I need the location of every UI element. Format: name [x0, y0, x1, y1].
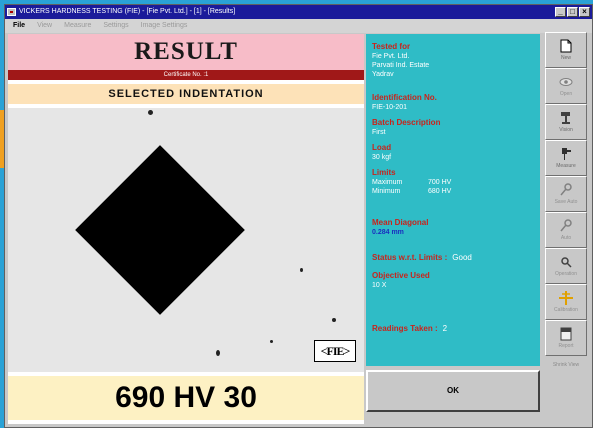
- microscope-icon: [559, 111, 573, 125]
- save-auto-icon: [559, 183, 573, 197]
- identification-value: FIE-10-201: [372, 104, 408, 111]
- batch-label: Batch Description: [372, 118, 441, 127]
- open-eye-icon: [559, 75, 573, 89]
- toolbar-label: Operation: [555, 271, 577, 277]
- result-title: RESULT: [8, 34, 364, 70]
- limit-name: Maximum: [372, 179, 403, 186]
- load-value: 30 kgf: [372, 154, 392, 161]
- indentation-image: <FIE>: [8, 108, 364, 372]
- minimize-button[interactable]: _: [555, 7, 566, 17]
- readings-label: Readings Taken :: [372, 324, 438, 333]
- vision-button[interactable]: Vision: [545, 104, 587, 140]
- calibration-crosshair-icon: [559, 291, 573, 305]
- report-button[interactable]: Report: [545, 320, 587, 356]
- save-auto-button[interactable]: Save Auto: [545, 176, 587, 212]
- zoom-icon: [559, 255, 573, 269]
- tested-for-label: Tested for: [372, 42, 411, 51]
- result-pane: RESULT Certificate No. :1 SELECTED INDEN…: [8, 34, 364, 424]
- toolbar-label: Open: [559, 91, 573, 97]
- toolbar-label: Measure: [556, 163, 576, 169]
- new-document-icon: [559, 39, 573, 53]
- measure-button[interactable]: Measure: [545, 140, 587, 176]
- indentation-mark: [75, 145, 245, 315]
- report-icon: [559, 327, 573, 341]
- calibration-button[interactable]: Calibration: [545, 284, 587, 320]
- new-button[interactable]: New: [545, 32, 587, 68]
- toolbar-label: New: [560, 55, 571, 61]
- toolbar-label: Auto: [560, 235, 572, 241]
- objective-label: Objective Used: [372, 271, 430, 280]
- open-button[interactable]: Open: [545, 68, 587, 104]
- tested-for-line: Fie Pvt. Ltd.: [372, 53, 410, 60]
- limit-value: 680 HV: [428, 188, 452, 195]
- menu-bar: File View Measure Settings Image Setting…: [5, 19, 592, 33]
- auto-icon: [559, 219, 573, 233]
- menu-settings[interactable]: Settings: [103, 19, 128, 33]
- mean-diagonal-label: Mean Diagonal: [372, 218, 429, 227]
- image-speck: [270, 340, 273, 343]
- image-speck: [148, 110, 153, 115]
- shrink-view-label[interactable]: Shrink View: [545, 362, 587, 368]
- status-label: Status w.r.t. Limits :: [372, 253, 448, 262]
- info-panel: Tested for Fie Pvt. Ltd. Parvati Ind. Es…: [366, 34, 540, 366]
- menu-measure[interactable]: Measure: [64, 19, 91, 33]
- side-toolbar: New Open Vision Measure Save Auto Auto O…: [545, 32, 587, 422]
- toolbar-label: Calibration: [554, 307, 578, 313]
- tested-for-line: Parvati Ind. Estate: [372, 62, 430, 69]
- readings-row: Readings Taken : 2: [372, 324, 534, 334]
- image-speck: [300, 268, 303, 272]
- indentation-header: SELECTED INDENTATION: [8, 84, 364, 104]
- title-bar[interactable]: VICKERS HARDNESS TESTING (FIE) - [Fie Pv…: [5, 5, 592, 19]
- image-speck: [332, 318, 336, 322]
- status-row: Status w.r.t. Limits : Good: [372, 253, 534, 263]
- toolbar-label: Report: [558, 343, 574, 349]
- fie-logo: <FIE>: [314, 340, 356, 362]
- window-controls: _ □ ×: [555, 7, 590, 17]
- menu-image-settings[interactable]: Image Settings: [141, 19, 188, 33]
- certificate-number: Certificate No. :1: [8, 70, 364, 80]
- identification-label: Identification No.: [372, 93, 437, 102]
- maximize-button[interactable]: □: [567, 7, 578, 17]
- app-icon[interactable]: [7, 8, 16, 16]
- limit-value: 700 HV: [428, 179, 452, 186]
- limits-label: Limits: [372, 168, 396, 177]
- mean-diagonal-value: 0.284 mm: [372, 229, 404, 236]
- window-title: VICKERS HARDNESS TESTING (FIE) - [Fie Pv…: [19, 8, 236, 15]
- toolbar-label: Vision: [559, 127, 573, 133]
- toolbar-label: Save Auto: [554, 199, 578, 205]
- batch-value: First: [372, 129, 386, 136]
- operation-button[interactable]: Operation: [545, 248, 587, 284]
- close-button[interactable]: ×: [579, 7, 590, 17]
- image-speck: [216, 350, 220, 356]
- objective-value: 10 X: [372, 282, 387, 289]
- tested-for-line: Yadrav: [372, 71, 394, 78]
- limit-name: Minimum: [372, 188, 401, 195]
- measure-probe-icon: [559, 147, 573, 161]
- readings-value: 2: [442, 324, 448, 333]
- auto-button[interactable]: Auto: [545, 212, 587, 248]
- limit-row: Minimum 680 HV: [372, 187, 534, 196]
- menu-file[interactable]: File: [13, 19, 25, 33]
- limit-row: Maximum 700 HV: [372, 178, 534, 187]
- menu-view[interactable]: View: [37, 19, 52, 33]
- load-label: Load: [372, 143, 392, 152]
- ok-button[interactable]: OK: [366, 370, 540, 412]
- status-value: Good: [452, 253, 472, 262]
- hardness-result: 690 HV 30: [8, 376, 364, 420]
